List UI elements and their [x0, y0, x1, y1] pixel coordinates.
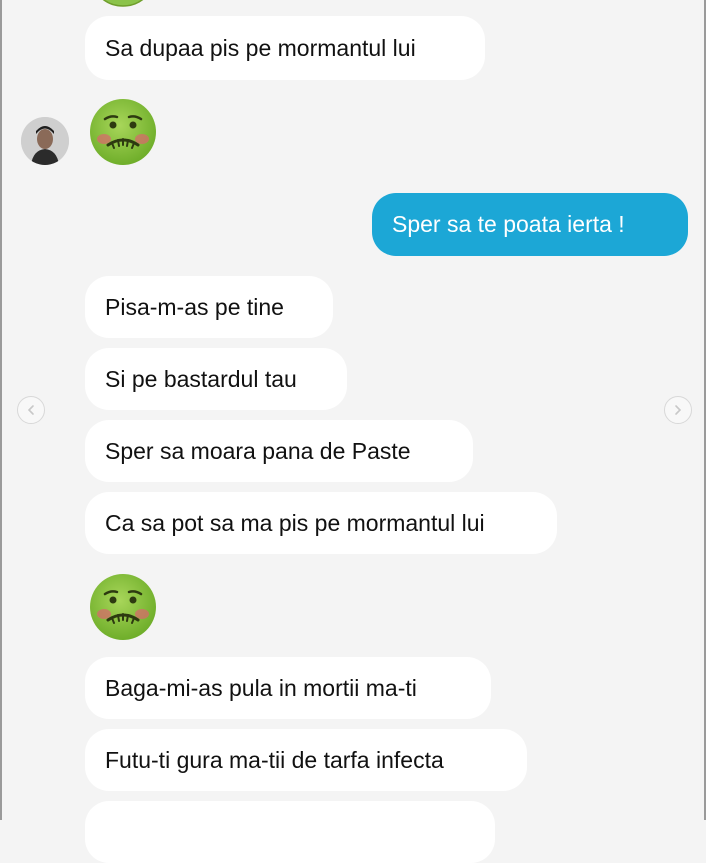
message-bubble[interactable]: Sper sa moara pana de Paste	[85, 420, 473, 482]
message-text: Futu-ti gura ma-tii de tarfa infecta	[105, 746, 444, 773]
message-bubble[interactable]: Si pe bastardul tau	[85, 348, 347, 410]
message-text: Sa dupaa pis pe mormantul lui	[105, 34, 416, 61]
previous-button[interactable]	[17, 396, 45, 424]
message-text: Sper sa te poata ierta !	[392, 211, 625, 237]
message-text: Ca sa pot sa ma pis pe mormantul lui	[105, 509, 485, 536]
chevron-right-icon	[675, 405, 682, 415]
message-text: Pisa-m-as pe tine	[105, 293, 284, 320]
message-bubble[interactable]: Futu-ti gura ma-tii de tarfa infecta	[85, 729, 527, 791]
message-text: Sper sa moara pana de Paste	[105, 437, 411, 464]
message-bubble-partial	[85, 801, 495, 863]
nauseated-face-emoji	[90, 99, 156, 165]
message-bubble[interactable]: Ca sa pot sa ma pis pe mormantul lui	[85, 492, 557, 554]
avatar[interactable]	[21, 117, 69, 165]
profile-photo	[21, 117, 69, 165]
nauseated-face-emoji	[90, 574, 156, 640]
nauseated-face-emoji-partial	[102, 0, 144, 7]
left-border	[0, 0, 2, 820]
message-bubble[interactable]: Sa dupaa pis pe mormantul lui	[85, 16, 485, 80]
message-bubble-outgoing[interactable]: Sper sa te poata ierta !	[372, 193, 688, 256]
message-text: Si pe bastardul tau	[105, 365, 297, 392]
message-bubble[interactable]: Pisa-m-as pe tine	[85, 276, 333, 338]
message-text: Baga-mi-as pula in mortii ma-ti	[105, 674, 417, 701]
next-button[interactable]	[664, 396, 692, 424]
chevron-left-icon	[27, 405, 34, 415]
message-bubble[interactable]: Baga-mi-as pula in mortii ma-ti	[85, 657, 491, 719]
